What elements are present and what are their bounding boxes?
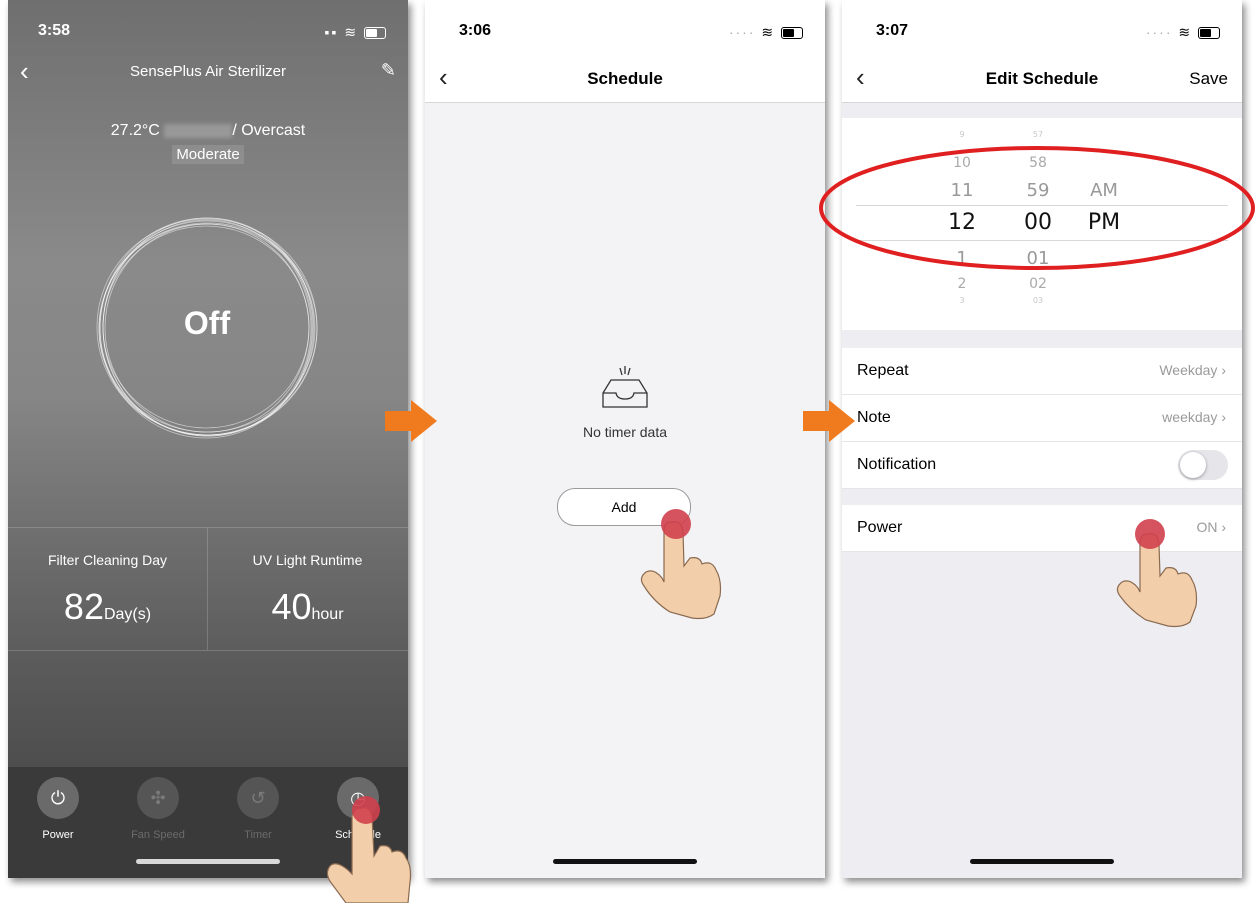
uv-value: 40	[271, 586, 312, 627]
signal-icon: ▪▪	[324, 24, 339, 40]
filter-unit: Day(s)	[103, 606, 152, 623]
power-state: Off	[183, 305, 231, 341]
status-icons: ▪▪ ≋	[325, 24, 386, 41]
empty-text: No timer data	[582, 424, 668, 440]
picker-minute[interactable]: 57	[1018, 130, 1058, 139]
save-button[interactable]: Save	[1189, 69, 1228, 89]
battery-icon	[781, 27, 803, 40]
weather-condition: / Overcast	[232, 122, 306, 139]
temperature: 27.2°C	[110, 122, 160, 139]
chevron-right-icon: ›	[1221, 409, 1226, 425]
fan-icon: ✣	[137, 777, 179, 819]
note-row[interactable]: Note weekday ›	[842, 395, 1242, 442]
filter-stat: Filter Cleaning Day 82Day(s)	[8, 528, 208, 650]
uv-label: UV Light Runtime	[252, 552, 363, 568]
weather-info: 27.2°C / Overcast Moderate	[8, 122, 408, 164]
picker-minute[interactable]: 03	[1018, 296, 1058, 305]
home-indicator	[136, 859, 280, 864]
schedule-screen: 3:06 ···· ≋ ‹ Schedule No timer data Add	[425, 0, 825, 878]
empty-inbox-icon	[602, 366, 648, 408]
empty-state: No timer data	[425, 365, 825, 440]
signal-icon: ····	[728, 24, 756, 40]
stats-panel: Filter Cleaning Day 82Day(s) UV Light Ru…	[8, 527, 408, 651]
status-icons: ···· ≋	[729, 24, 803, 41]
status-time: 3:07	[876, 22, 909, 39]
signal-icon: ····	[1145, 24, 1173, 40]
repeat-label: Repeat	[857, 362, 909, 379]
wifi-icon: ≋	[1178, 24, 1193, 40]
power-ring[interactable]: Off	[94, 215, 320, 441]
power-icon: ⏻	[37, 777, 79, 819]
device-control-screen: 3:58 ▪▪ ≋ ‹ SensePlus Air Sterilizer ✎ 2…	[8, 0, 408, 878]
page-title: Edit Schedule	[985, 69, 1099, 88]
edit-icon[interactable]: ✎	[381, 60, 396, 81]
chevron-right-icon: ›	[1221, 519, 1226, 535]
nav-bar: ‹ Edit Schedule Save	[842, 64, 1242, 94]
battery-icon	[364, 27, 386, 40]
filter-label: Filter Cleaning Day	[47, 552, 168, 568]
status-time: 3:06	[459, 22, 492, 39]
note-value: weekday	[1162, 409, 1218, 425]
pointer-hand-icon	[1116, 519, 1198, 628]
repeat-value: Weekday	[1159, 362, 1218, 378]
header: 3:07 ···· ≋ ‹ Edit Schedule Save	[842, 0, 1242, 103]
home-indicator	[970, 859, 1114, 864]
wifi-icon: ≋	[761, 24, 776, 40]
status-bar: 3:06 ···· ≋	[425, 18, 825, 46]
arrow-right-icon	[803, 400, 855, 442]
picker-hour[interactable]: 2	[942, 276, 982, 292]
timer-icon: ↺	[237, 777, 279, 819]
notification-row: Notification	[842, 442, 1242, 489]
repeat-row[interactable]: Repeat Weekday ›	[842, 348, 1242, 395]
note-label: Note	[857, 409, 891, 426]
status-bar: 3:58 ▪▪ ≋	[8, 18, 408, 46]
tab-label: Fan Speed	[131, 829, 185, 841]
filter-value: 82	[63, 586, 104, 627]
pointer-hand-icon	[640, 509, 722, 620]
chevron-right-icon: ›	[1221, 362, 1226, 378]
highlight-ellipse	[819, 146, 1255, 270]
tab-fan-speed[interactable]: ✣ Fan Speed	[108, 777, 208, 841]
device-title: SensePlus Air Sterilizer	[130, 63, 286, 80]
power-value: ON	[1196, 519, 1218, 535]
page-title: Schedule	[587, 69, 663, 88]
toggle-knob	[1180, 452, 1206, 478]
uv-stat: UV Light Runtime 40hour	[208, 528, 407, 650]
status-time: 3:58	[38, 22, 71, 39]
picker-hour[interactable]: 9	[942, 130, 982, 139]
tab-power[interactable]: ⏻ Power	[8, 777, 108, 841]
wifi-icon: ≋	[344, 24, 359, 40]
notification-label: Notification	[857, 456, 937, 473]
edit-schedule-screen: 3:07 ···· ≋ ‹ Edit Schedule Save 9 10 11…	[842, 0, 1242, 878]
power-label: Power	[857, 519, 903, 536]
blurred-location	[164, 123, 233, 138]
status-bar: 3:07 ···· ≋	[842, 18, 1242, 46]
uv-unit: hour	[311, 606, 344, 623]
nav-bar: ‹ Schedule	[425, 64, 825, 94]
nav-bar: ‹ SensePlus Air Sterilizer ✎	[8, 58, 408, 88]
arrow-right-icon	[385, 400, 437, 442]
battery-icon	[1198, 27, 1220, 40]
status-icons: ···· ≋	[1146, 24, 1220, 41]
home-indicator	[553, 859, 697, 864]
pointer-hand-icon	[326, 796, 412, 903]
picker-hour[interactable]: 3	[942, 296, 982, 305]
tab-timer[interactable]: ↺ Timer	[208, 777, 308, 841]
tab-label: Power	[42, 829, 74, 841]
air-quality: Moderate	[172, 145, 244, 164]
picker-minute[interactable]: 02	[1018, 276, 1058, 292]
tab-label: Timer	[244, 829, 272, 841]
notification-toggle[interactable]	[1178, 450, 1228, 480]
header: 3:06 ···· ≋ ‹ Schedule	[425, 0, 825, 103]
